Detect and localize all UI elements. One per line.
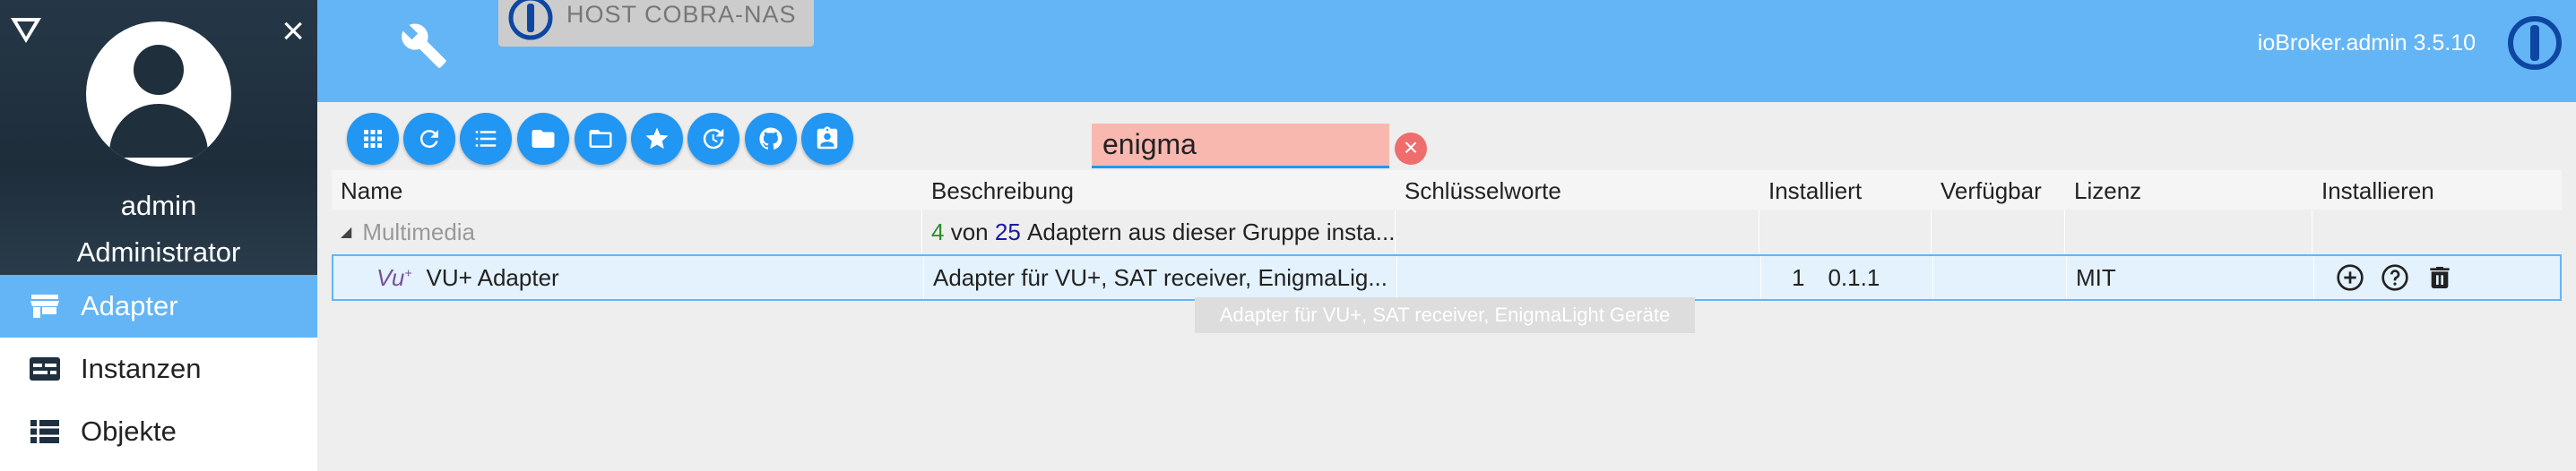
sidebar-item-label: Instanzen: [81, 353, 202, 384]
refresh-button[interactable]: [403, 113, 455, 165]
group-row[interactable]: ◢ Multimedia 4 von 25 Adaptern aus diese…: [332, 210, 2562, 255]
adapter-name-cell: Vu+ VU+ Adapter: [333, 256, 924, 299]
list-icon: [27, 418, 63, 445]
clear-search-icon[interactable]: ×: [1395, 133, 1427, 165]
group-von: von: [950, 218, 989, 245]
group-total-count: 25: [994, 218, 1021, 245]
group-summary-cell: 4 von 25 Adaptern aus dieser Gruppe inst…: [922, 210, 1396, 254]
badge-icon: [817, 126, 838, 150]
wrench-icon[interactable]: [400, 21, 448, 70]
menu-toggle-icon[interactable]: [11, 18, 41, 43]
updates-button[interactable]: [687, 113, 739, 165]
group-cell: [1396, 210, 1759, 254]
sidebar-item-adapter[interactable]: Adapter: [0, 275, 317, 338]
user-panel: × admin Administrator: [0, 0, 317, 275]
vu-adapter-logo-icon: Vu+: [376, 263, 412, 291]
column-header-install[interactable]: Installieren: [2321, 177, 2434, 205]
github-install-button[interactable]: [745, 113, 797, 165]
host-label: HOST COBRA-NAS: [566, 0, 797, 28]
table-row[interactable]: Vu+ VU+ Adapter Adapter für VU+, SAT rec…: [332, 254, 2562, 301]
grid-view-button[interactable]: [347, 113, 399, 165]
github-icon: [759, 127, 782, 150]
star-icon: [645, 127, 669, 150]
avatar: [86, 21, 231, 167]
group-cell: [2065, 210, 2312, 254]
store-icon: [27, 293, 63, 320]
group-cell: [2312, 210, 2562, 254]
sidebar-item-label: Objekte: [81, 415, 177, 447]
sidebar-item-objekte[interactable]: Objekte: [0, 400, 317, 463]
refresh-icon: [419, 130, 438, 149]
version-label: ioBroker.admin 3.5.10: [2257, 30, 2476, 56]
group-cell: [1759, 210, 1932, 254]
adapter-description-cell: Adapter für VU+, SAT receiver, EnigmaLig…: [924, 256, 1397, 299]
column-header-description[interactable]: Beschreibung: [931, 177, 1074, 205]
adapter-description: Adapter für VU+, SAT receiver, EnigmaLig…: [933, 263, 1387, 291]
list-view-button[interactable]: [460, 113, 512, 165]
user-name: admin: [120, 190, 197, 221]
adapter-actions-cell: [2314, 256, 2563, 299]
update-icon: [703, 128, 724, 150]
folder-open-icon: [589, 130, 612, 148]
license-button[interactable]: [801, 113, 853, 165]
sidebar-item-label: Adapter: [81, 290, 178, 321]
column-header-name[interactable]: Name: [341, 177, 402, 205]
close-icon[interactable]: ×: [281, 9, 305, 54]
search-input[interactable]: [1092, 124, 1389, 168]
add-instance-icon[interactable]: [2336, 263, 2364, 292]
delete-icon[interactable]: [2425, 263, 2454, 292]
user-role: Administrator: [76, 236, 241, 268]
adapter-license-cell: MIT: [2067, 256, 2314, 299]
group-name: Multimedia: [362, 218, 476, 245]
folder-icon: [532, 130, 555, 148]
adapter-name: VU+ Adapter: [426, 263, 559, 291]
host-selector[interactable]: HOST COBRA-NAS: [498, 0, 814, 47]
column-header-installed[interactable]: Installiert: [1768, 177, 1862, 205]
help-icon[interactable]: [2381, 263, 2409, 292]
column-header-keywords[interactable]: Schlüsselworte: [1405, 177, 1561, 205]
sidebar: × admin Administrator Adapter Instanzen …: [0, 0, 317, 471]
group-cell: [1932, 210, 2065, 254]
installed-instance-count: 1: [1792, 263, 1805, 291]
group-name-cell: ◢ Multimedia: [332, 210, 922, 254]
adapter-installed-cell: 1 0.1.1: [1761, 256, 1933, 299]
list-icon: [475, 131, 497, 147]
iobroker-logo-icon: [508, 0, 553, 40]
sidebar-item-instanzen[interactable]: Instanzen: [0, 338, 317, 400]
column-header-available[interactable]: Verfügbar: [1941, 177, 2042, 205]
description-tooltip: Adapter für VU+, SAT receiver, EnigmaLig…: [1195, 297, 1695, 333]
top-bar: HOST COBRA-NAS ioBroker.admin 3.5.10: [317, 0, 2576, 102]
column-header-license[interactable]: Lizenz: [2074, 177, 2141, 205]
adapter-license: MIT: [2076, 263, 2116, 291]
adapter-keywords-cell: [1397, 256, 1761, 299]
group-installed-count: 4: [931, 218, 945, 245]
adapter-available-cell: [1933, 256, 2067, 299]
collapse-groups-button[interactable]: [517, 113, 569, 165]
iobroker-logo-icon: [2508, 16, 2562, 70]
installed-version: 0.1.1: [1828, 263, 1880, 291]
group-summary-text: Adaptern aus dieser Gruppe insta...: [1027, 218, 1396, 245]
collapse-triangle-icon[interactable]: ◢: [341, 223, 351, 241]
table-header: Name Beschreibung Schlüsselworte Install…: [332, 170, 2562, 210]
instances-icon: [27, 355, 63, 382]
favorites-button[interactable]: [631, 113, 683, 165]
grid-icon: [364, 130, 382, 148]
expand-groups-button[interactable]: [575, 113, 627, 165]
